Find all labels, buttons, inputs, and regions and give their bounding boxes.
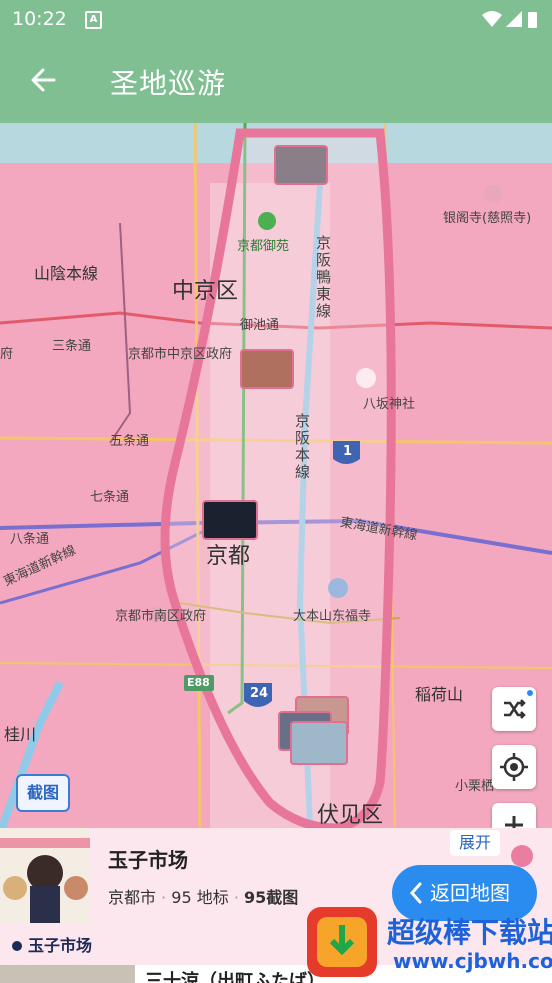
map-label: 银阁寺(慈照寺): [443, 211, 532, 226]
map-label: 八坂神社: [363, 397, 416, 412]
status-bar: 10:22 A: [0, 0, 552, 38]
watermark-text: 超级棒下载站: [387, 916, 552, 949]
anime-shot-count: 95截图: [244, 888, 299, 907]
photo-marker[interactable]: [240, 349, 294, 389]
battery-icon: [528, 12, 537, 28]
map-label: 府: [0, 347, 14, 362]
map-label: 三条通: [52, 339, 92, 354]
map-label: 京阪鴨東線: [316, 234, 332, 320]
route-badge: 24: [250, 686, 269, 701]
wifi-icon: [482, 11, 502, 27]
map-label: 桂川: [4, 725, 37, 744]
anime-cover: [0, 828, 90, 923]
map-label: 京都市南区政府: [115, 609, 207, 624]
map-label: 小栗栖: [455, 779, 495, 794]
dot-icon: [12, 941, 22, 951]
map-label: 京都市中京区政府: [128, 347, 233, 362]
map-label: 京阪本線: [295, 412, 311, 481]
map-label: 中京区: [172, 279, 239, 304]
anime-city: 京都市: [108, 888, 157, 907]
map-roads: [0, 123, 552, 833]
app-bar: 圣地巡游: [0, 38, 552, 123]
map-label: 大本山东福寺: [293, 609, 372, 624]
shuffle-button[interactable]: [492, 687, 536, 731]
anime-spot-count: 95 地标: [171, 888, 229, 907]
anime-meta: 京都市 · 95 地标 · 95截图: [108, 884, 298, 908]
map-label: 八条通: [10, 532, 50, 547]
map-label: 七条通: [90, 490, 130, 505]
expand-button[interactable]: 展开: [450, 830, 500, 856]
photo-marker[interactable]: [202, 500, 258, 540]
notification-icon: A: [85, 11, 102, 29]
photo-marker[interactable]: [290, 721, 348, 765]
map-view[interactable]: 山陰本線 中京区 京都御苑 京阪鴨東線 御池通 三条通 府 京都市中京区政府 八…: [0, 123, 552, 833]
route-badge: E88: [187, 676, 210, 689]
status-time: 10:22: [12, 8, 67, 30]
map-label: 御池通: [240, 318, 280, 333]
status-icons: [482, 11, 537, 28]
signal-icon: [506, 11, 522, 27]
anime-tag: 玉子市场: [12, 932, 92, 956]
download-logo-icon: [307, 907, 377, 977]
route-badge: 1: [343, 444, 353, 459]
locate-button[interactable]: [492, 745, 536, 789]
separator: ·: [233, 888, 239, 907]
anime-cover: [0, 965, 135, 983]
screenshot-button[interactable]: 截图: [16, 774, 70, 812]
anime-title: 玉子市场: [108, 848, 188, 872]
map-label: 五条通: [110, 434, 150, 449]
separator: ·: [161, 888, 167, 907]
page-title: 圣地巡游: [110, 67, 227, 100]
shuffle-icon: [504, 690, 533, 719]
watermark: 超级棒下载站 www.cjbwh.com: [305, 905, 552, 980]
map-label: 京都: [206, 544, 251, 569]
crosshair-icon: [500, 753, 528, 781]
map-label: 稲荷山: [415, 685, 464, 704]
photo-marker[interactable]: [274, 145, 328, 185]
watermark-url: www.cjbwh.com: [393, 949, 552, 973]
map-label: 京都御苑: [237, 239, 290, 254]
back-arrow-icon[interactable]: [24, 60, 64, 100]
indicator-dot: [511, 845, 533, 867]
anime-title: 三十涼（出町ふたば）: [145, 971, 325, 983]
map-label: 山陰本線: [34, 264, 99, 283]
map-label: 伏见区: [317, 803, 384, 828]
